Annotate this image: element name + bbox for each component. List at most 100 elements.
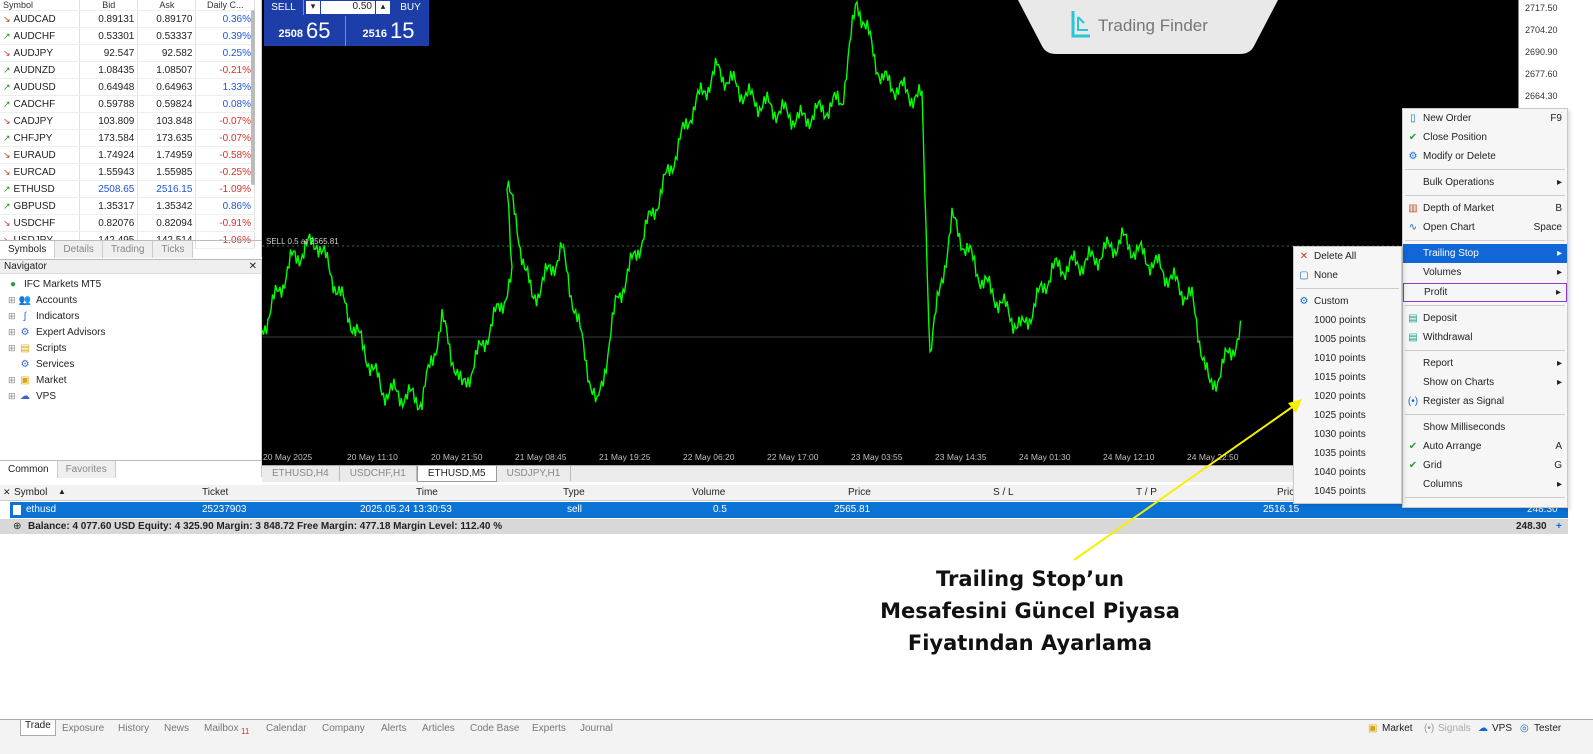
table-row[interactable]: ↗ CHFJPY 173.584 173.635 -0.07%	[0, 129, 255, 147]
table-row[interactable]: ↗ AUDNZD 1.08435 1.08507 -0.21%	[0, 61, 255, 79]
menu-item-grid[interactable]: ✔ Grid G	[1403, 456, 1567, 475]
col-daily-change[interactable]: Daily C...	[195, 0, 255, 11]
nav-item-accounts[interactable]: ⊞ 👥 Accounts	[6, 292, 261, 308]
market-watch-scrollbar[interactable]	[251, 10, 255, 185]
trailing-item-1030-points[interactable]: 1030 points	[1294, 425, 1401, 444]
trailing-item-1000-points[interactable]: 1000 points	[1294, 311, 1401, 330]
table-row[interactable]: ↘ AUDJPY 92.547 92.582 0.25%	[0, 44, 255, 62]
chart-tab-usdjpy-h1[interactable]: USDJPY,H1	[497, 466, 572, 481]
nav-item-market[interactable]: ⊞ ▣ Market	[6, 372, 261, 388]
col-ask[interactable]: Ask	[137, 0, 197, 11]
tab-details[interactable]: Details	[55, 241, 103, 258]
col-volume[interactable]: Volume	[692, 487, 725, 498]
expand-icon[interactable]: ⊞	[8, 327, 18, 338]
tab-common[interactable]: Common	[0, 461, 58, 478]
table-row[interactable]: ↘ EURCAD 1.55943 1.55985 -0.25%	[0, 163, 255, 181]
lot-increase-button[interactable]: ▴	[376, 1, 390, 14]
trailing-item-none[interactable]: ▢ None	[1294, 266, 1401, 285]
trailing-item-delete-all[interactable]: ✕ Delete All	[1294, 247, 1401, 266]
trailing-item-1040-points[interactable]: 1040 points	[1294, 463, 1401, 482]
tab-ticks[interactable]: Ticks	[153, 241, 194, 258]
menu-item-volumes[interactable]: Volumes ▸	[1403, 263, 1567, 282]
add-icon[interactable]: +	[1556, 521, 1562, 532]
menu-item-columns[interactable]: Columns ▸	[1403, 475, 1567, 494]
trailing-item-1035-points[interactable]: 1035 points	[1294, 444, 1401, 463]
status-market[interactable]: Market	[1382, 723, 1413, 734]
nav-item-vps[interactable]: ⊞ ☁ VPS	[6, 388, 261, 404]
menu-item-withdrawal[interactable]: ▤ Withdrawal	[1403, 328, 1567, 347]
table-row[interactable]: ↗ CADCHF 0.59788 0.59824 0.08%	[0, 95, 255, 113]
tab-company[interactable]: Company	[322, 723, 365, 734]
tab-calendar[interactable]: Calendar	[266, 723, 307, 734]
table-row[interactable]: ↗ AUDUSD 0.64948 0.64963 1.33%	[0, 78, 255, 96]
table-row[interactable]: ↗ AUDCHF 0.53301 0.53337 0.39%	[0, 27, 255, 45]
table-row[interactable]: ↗ GBPUSD 1.35317 1.35342 0.86%	[0, 197, 255, 215]
trailing-item-custom[interactable]: ⚙ Custom	[1294, 292, 1401, 311]
col-symbol[interactable]: Symbol	[0, 0, 81, 11]
trailing-item-1020-points[interactable]: 1020 points	[1294, 387, 1401, 406]
tab-experts[interactable]: Experts	[532, 723, 566, 734]
tab-alerts[interactable]: Alerts	[381, 723, 407, 734]
nav-item-expert-advisors[interactable]: ⊞ ⚙ Expert Advisors	[6, 324, 261, 340]
buy-price[interactable]: 2516 15	[348, 16, 429, 46]
table-row[interactable]: ↘ USDCHF 0.82076 0.82094 -0.91%	[0, 214, 255, 232]
table-row[interactable]: ethusd 25237903 2025.05.24 13:30:53 sell…	[10, 502, 1568, 518]
status-vps[interactable]: VPS	[1492, 723, 1512, 734]
tab-news[interactable]: News	[164, 723, 189, 734]
expand-icon[interactable]: ⊞	[8, 375, 18, 386]
expand-icon[interactable]: ⊕	[13, 521, 21, 532]
status-signals[interactable]: Signals	[1438, 723, 1471, 734]
close-icon[interactable]: ✕	[249, 261, 257, 272]
menu-item-profit[interactable]: Profit ▸	[1403, 283, 1567, 302]
lot-input[interactable]: 0.50	[321, 1, 375, 14]
menu-item-show-on-charts[interactable]: Show on Charts ▸	[1403, 373, 1567, 392]
menu-item-trailing-stop[interactable]: Trailing Stop ▸	[1403, 244, 1567, 263]
tab-articles[interactable]: Articles	[422, 723, 455, 734]
expand-icon[interactable]: ⊞	[8, 391, 18, 402]
menu-item-deposit[interactable]: ▤ Deposit	[1403, 309, 1567, 328]
col-sl[interactable]: S / L	[993, 487, 1014, 498]
lot-decrease-button[interactable]: ▾	[306, 1, 320, 14]
expand-icon[interactable]: ⊞	[8, 295, 18, 306]
tab-code-base[interactable]: Code Base	[470, 723, 519, 734]
menu-item-depth-of-market[interactable]: ▥ Depth of Market B	[1403, 199, 1567, 218]
tab-journal[interactable]: Journal	[580, 723, 613, 734]
table-row[interactable]: ↘ CADJPY 103.809 103.848 -0.07%	[0, 112, 255, 130]
col-ticket[interactable]: Ticket	[202, 487, 228, 498]
trailing-item-1005-points[interactable]: 1005 points	[1294, 330, 1401, 349]
tab-trading[interactable]: Trading	[102, 241, 154, 258]
menu-item-report[interactable]: Report ▸	[1403, 354, 1567, 373]
tab-exposure[interactable]: Exposure	[62, 723, 104, 734]
close-icon[interactable]: ✕	[3, 487, 11, 498]
col-bid[interactable]: Bid	[79, 0, 139, 11]
col-symbol[interactable]: Symbol	[14, 487, 47, 498]
expand-icon[interactable]: ⊞	[8, 311, 18, 322]
col-time[interactable]: Time	[416, 487, 438, 498]
nav-item-scripts[interactable]: ⊞ ▤ Scripts	[6, 340, 261, 356]
table-row[interactable]: ↘ AUDCAD 0.89131 0.89170 0.36%	[0, 10, 255, 28]
status-tester[interactable]: Tester	[1534, 723, 1561, 734]
sell-price[interactable]: 2508 65	[264, 16, 346, 46]
table-row[interactable]: ↘ EURAUD 1.74924 1.74959 -0.58%	[0, 146, 255, 164]
trailing-item-1010-points[interactable]: 1010 points	[1294, 349, 1401, 368]
col-price[interactable]: Price	[848, 487, 871, 498]
trailing-item-1025-points[interactable]: 1025 points	[1294, 406, 1401, 425]
tab-trade[interactable]: Trade	[20, 720, 56, 736]
navigator-root[interactable]: ● IFC Markets MT5	[6, 276, 261, 292]
col-type[interactable]: Type	[563, 487, 585, 498]
menu-item-show-milliseconds[interactable]: Show Milliseconds	[1403, 418, 1567, 437]
chart-tab-ethusd-m5[interactable]: ETHUSD,M5	[416, 466, 497, 482]
nav-item-services[interactable]: ⚙ Services	[6, 356, 261, 372]
menu-item-auto-arrange[interactable]: ✔ Auto Arrange A	[1403, 437, 1567, 456]
tab-favorites[interactable]: Favorites	[57, 461, 116, 478]
menu-item-new-order[interactable]: ▯ New Order F9	[1403, 109, 1567, 128]
sell-button[interactable]: SELL	[264, 0, 304, 15]
tab-symbols[interactable]: Symbols	[0, 241, 56, 258]
trailing-item-1045-points[interactable]: 1045 points	[1294, 482, 1401, 501]
table-row[interactable]: ↗ ETHUSD 2508.65 2516.15 -1.09%	[0, 180, 255, 198]
menu-item-open-chart[interactable]: ∿ Open Chart Space	[1403, 218, 1567, 237]
menu-item-close-position[interactable]: ✔ Close Position	[1403, 128, 1567, 147]
buy-button[interactable]: BUY	[392, 0, 429, 15]
menu-item-modify-or-delete[interactable]: ⚙ Modify or Delete	[1403, 147, 1567, 166]
menu-item-bulk-operations[interactable]: Bulk Operations ▸	[1403, 173, 1567, 192]
